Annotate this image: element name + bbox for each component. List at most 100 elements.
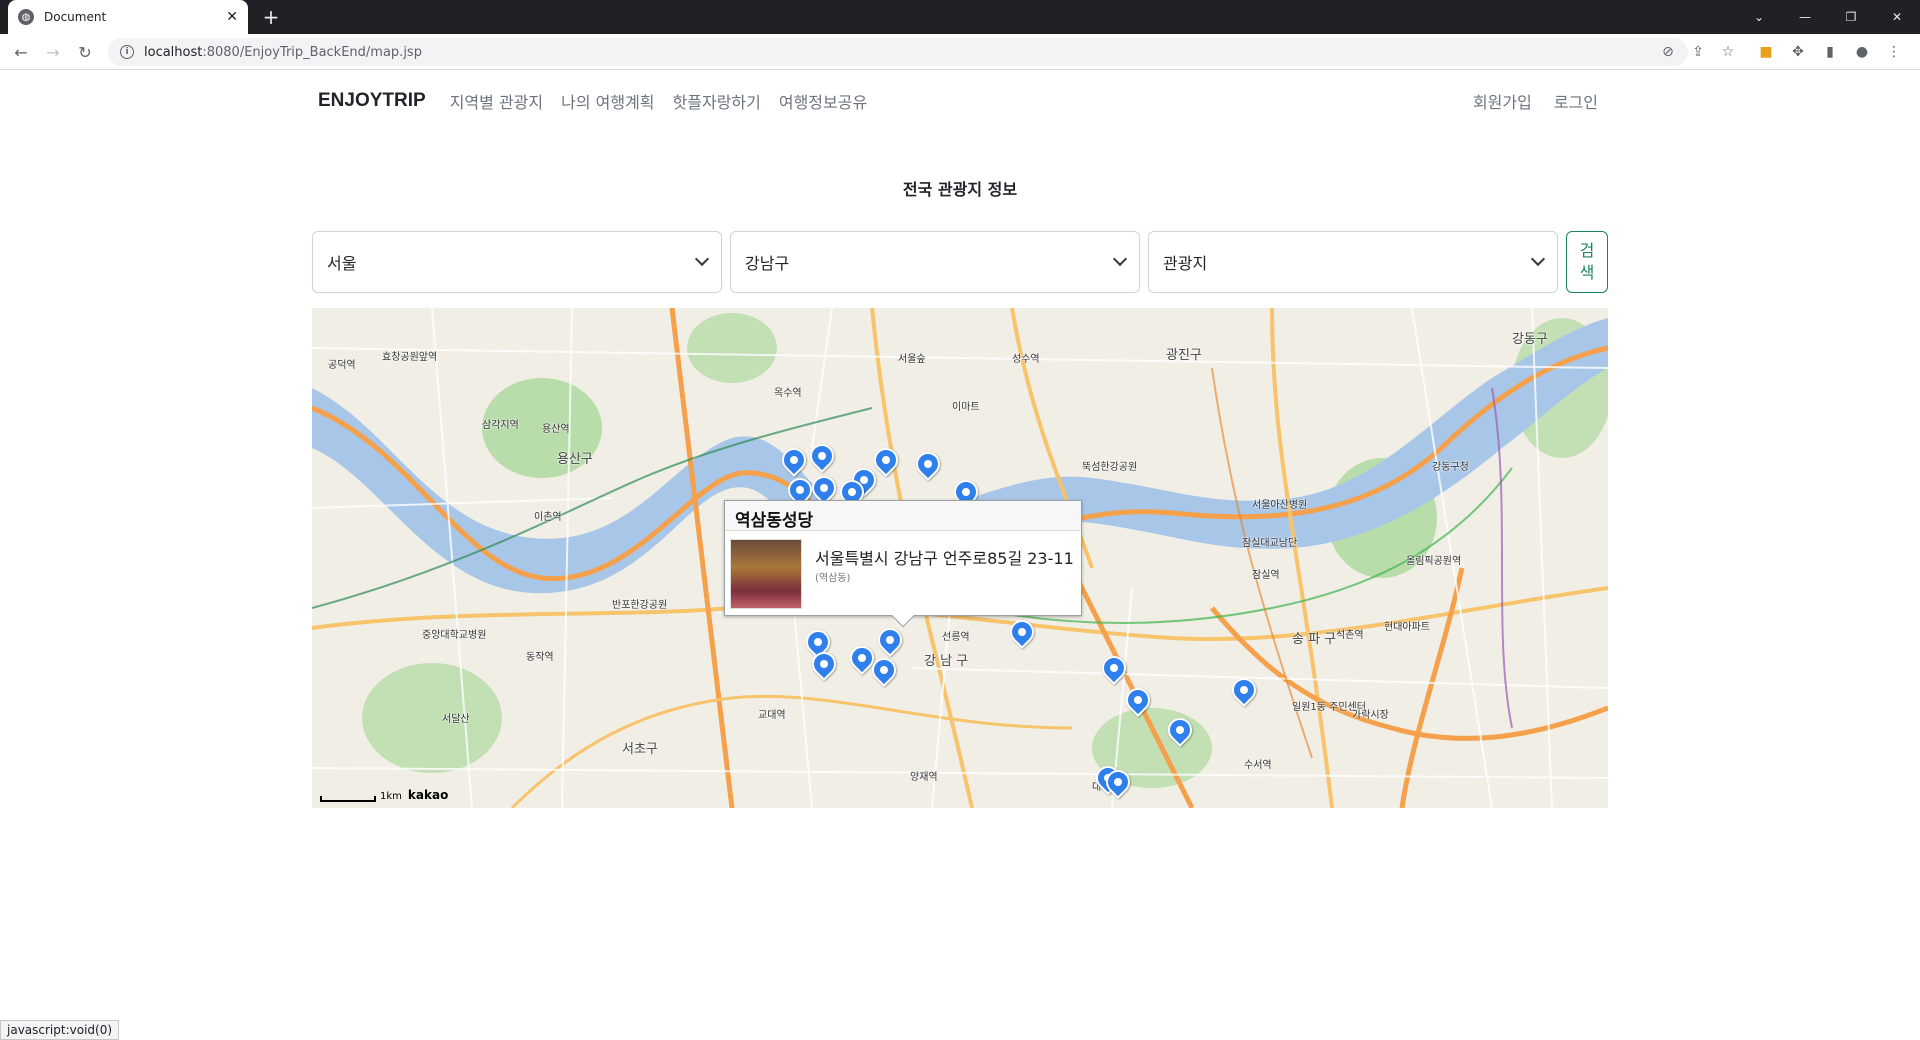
map-label: 수서역 xyxy=(1244,760,1272,771)
search-button[interactable]: 검색 xyxy=(1566,231,1608,293)
map-label: 이촌역 xyxy=(534,512,562,523)
close-tab-icon[interactable]: ✕ xyxy=(226,9,238,25)
map-label: 양재역 xyxy=(910,772,938,783)
kakao-map[interactable]: 일원1동 주민센터 용산구 강 남 구 서초구 송 파 구 강동구청 이촌역 반… xyxy=(312,308,1608,808)
map-label: 동작역 xyxy=(526,652,554,663)
map-label: 강동구청 xyxy=(1432,462,1469,473)
kakao-logo[interactable]: kakao xyxy=(408,788,448,802)
map-label: 뚝섬한강공원 xyxy=(1082,462,1138,473)
map-label: 반포한강공원 xyxy=(612,600,668,611)
nav-link-info-share[interactable]: 여행정보공유 xyxy=(779,89,867,113)
signup-link[interactable]: 회원가입 xyxy=(1473,89,1532,113)
restore-button[interactable]: ❐ xyxy=(1828,0,1874,34)
map-label: 옥수역 xyxy=(774,388,802,399)
browser-toolbar: ← → ↻ i localhost:8080/EnjoyTrip_BackEnd… xyxy=(0,34,1920,70)
gugun-select[interactable]: 강남구 xyxy=(730,231,1140,293)
back-icon[interactable]: ← xyxy=(10,42,32,64)
map-label: 올림픽공원역 xyxy=(1406,556,1462,567)
forward-icon[interactable]: → xyxy=(42,42,64,64)
map-marker[interactable] xyxy=(1097,651,1131,690)
extension-app-icon[interactable]: ■ xyxy=(1756,42,1776,62)
map-marker[interactable] xyxy=(807,647,841,686)
map-label: 효창공원앞역 xyxy=(382,352,438,363)
sido-select[interactable]: 서울 xyxy=(312,231,722,293)
map-label: 용산역 xyxy=(542,424,570,435)
map-label: 용산구 xyxy=(557,452,593,467)
site-navbar: ENJOYTRIP 지역별 관광지 나의 여행계획 핫플자랑하기 여행정보공유 … xyxy=(318,86,1598,116)
map-label: 성수역 xyxy=(1012,354,1040,365)
side-panel-icon[interactable]: ▮ xyxy=(1820,42,1840,62)
map-label: 선릉역 xyxy=(942,632,970,643)
map-label: 가락시장 xyxy=(1352,710,1389,721)
menu-kebab-icon[interactable]: ⋮ xyxy=(1884,42,1904,62)
map-label: 현대아파트 xyxy=(1384,622,1430,633)
map-marker[interactable] xyxy=(1101,765,1135,804)
map-marker[interactable] xyxy=(869,443,903,482)
map-label: 중앙대학교병원 xyxy=(422,630,487,641)
map-marker[interactable] xyxy=(805,439,839,478)
tab-title: Document xyxy=(44,10,107,24)
nav-link-regional[interactable]: 지역별 관광지 xyxy=(450,89,543,113)
marker-info-window: 역삼동성당 서울특별시 강남구 언주로85길 23-11 (역삼동) xyxy=(724,500,1082,628)
page: ENJOYTRIP 지역별 관광지 나의 여행계획 핫플자랑하기 여행정보공유 … xyxy=(0,70,1920,1040)
map-label: 강동구 xyxy=(1512,332,1548,347)
map-marker[interactable] xyxy=(1005,615,1039,654)
gugun-select-value: 강남구 xyxy=(745,254,790,273)
page-title: 전국 관광지 정보 xyxy=(902,180,1018,199)
brand-logo[interactable]: ENJOYTRIP xyxy=(318,90,426,112)
map-label: 강 남 구 xyxy=(924,654,969,669)
close-window-button[interactable]: ✕ xyxy=(1874,0,1920,34)
nav-link-my-plan[interactable]: 나의 여행계획 xyxy=(561,89,654,113)
chevron-down-icon xyxy=(694,251,710,267)
browser-tab[interactable]: ◍ Document ✕ xyxy=(8,0,248,34)
blocked-content-icon[interactable]: ⊘ xyxy=(1658,42,1678,62)
map-label: 석촌역 xyxy=(1336,630,1364,641)
map-marker[interactable] xyxy=(1121,683,1155,722)
map-label: 삼각지역 xyxy=(482,420,519,431)
map-label: 송 파 구 xyxy=(1292,632,1337,647)
chevron-down-icon xyxy=(1530,251,1546,267)
map-label: 공덕역 xyxy=(328,360,356,371)
chevron-down-icon xyxy=(1112,251,1128,267)
address-bar[interactable]: i localhost:8080/EnjoyTrip_BackEnd/map.j… xyxy=(108,38,1688,66)
scale-label: 1km xyxy=(380,791,402,802)
sido-select-value: 서울 xyxy=(327,254,357,273)
map-marker[interactable] xyxy=(911,447,945,486)
map-scale: 1km kakao xyxy=(320,788,448,802)
map-label: 서울숲 xyxy=(898,354,926,365)
map-marker[interactable] xyxy=(1227,673,1261,712)
profile-avatar-icon[interactable]: ● xyxy=(1852,42,1872,62)
site-info-icon[interactable]: i xyxy=(120,45,134,59)
info-window-title: 역삼동성당 xyxy=(725,501,1081,531)
content-type-select-value: 관광지 xyxy=(1163,254,1208,273)
map-label: 잠실역 xyxy=(1252,570,1280,581)
globe-icon: ◍ xyxy=(18,9,34,25)
map-label: 서달산 xyxy=(442,714,470,725)
map-label: 잠실대교남단 xyxy=(1242,538,1298,549)
map-label: 이마트 xyxy=(952,402,980,413)
bookmark-star-icon[interactable]: ☆ xyxy=(1718,42,1738,62)
browser-status-bar: javascript:void(0) xyxy=(0,1020,120,1040)
map-marker[interactable] xyxy=(1163,713,1197,752)
info-window-address: 서울특별시 강남구 언주로85길 23-11 xyxy=(815,549,1074,568)
map-label: 서울아산병원 xyxy=(1252,500,1308,511)
map-marker[interactable] xyxy=(867,653,901,692)
info-window-jibun: (역삼동) xyxy=(815,573,851,584)
minimize-button[interactable]: — xyxy=(1782,0,1828,34)
map-label: 서초구 xyxy=(622,742,658,757)
map-label: 광진구 xyxy=(1166,348,1202,363)
extensions-puzzle-icon[interactable]: ✥ xyxy=(1788,42,1808,62)
scale-bar xyxy=(320,796,376,802)
map-label: 교대역 xyxy=(758,710,786,721)
nav-link-hotplace[interactable]: 핫플자랑하기 xyxy=(673,89,761,113)
browser-tabbar: ◍ Document ✕ + ⌄ — ❐ ✕ xyxy=(0,0,1920,34)
content-type-select[interactable]: 관광지 xyxy=(1148,231,1558,293)
tab-search-icon[interactable]: ⌄ xyxy=(1736,0,1782,34)
url-text: localhost:8080/EnjoyTrip_BackEnd/map.jsp xyxy=(144,44,422,60)
nav-auth: 회원가입 로그인 xyxy=(1451,89,1598,113)
map-marker[interactable] xyxy=(845,641,879,680)
login-link[interactable]: 로그인 xyxy=(1554,89,1598,113)
share-icon[interactable]: ⇪ xyxy=(1688,42,1708,62)
new-tab-button[interactable]: + xyxy=(260,6,282,28)
reload-icon[interactable]: ↻ xyxy=(74,42,96,64)
